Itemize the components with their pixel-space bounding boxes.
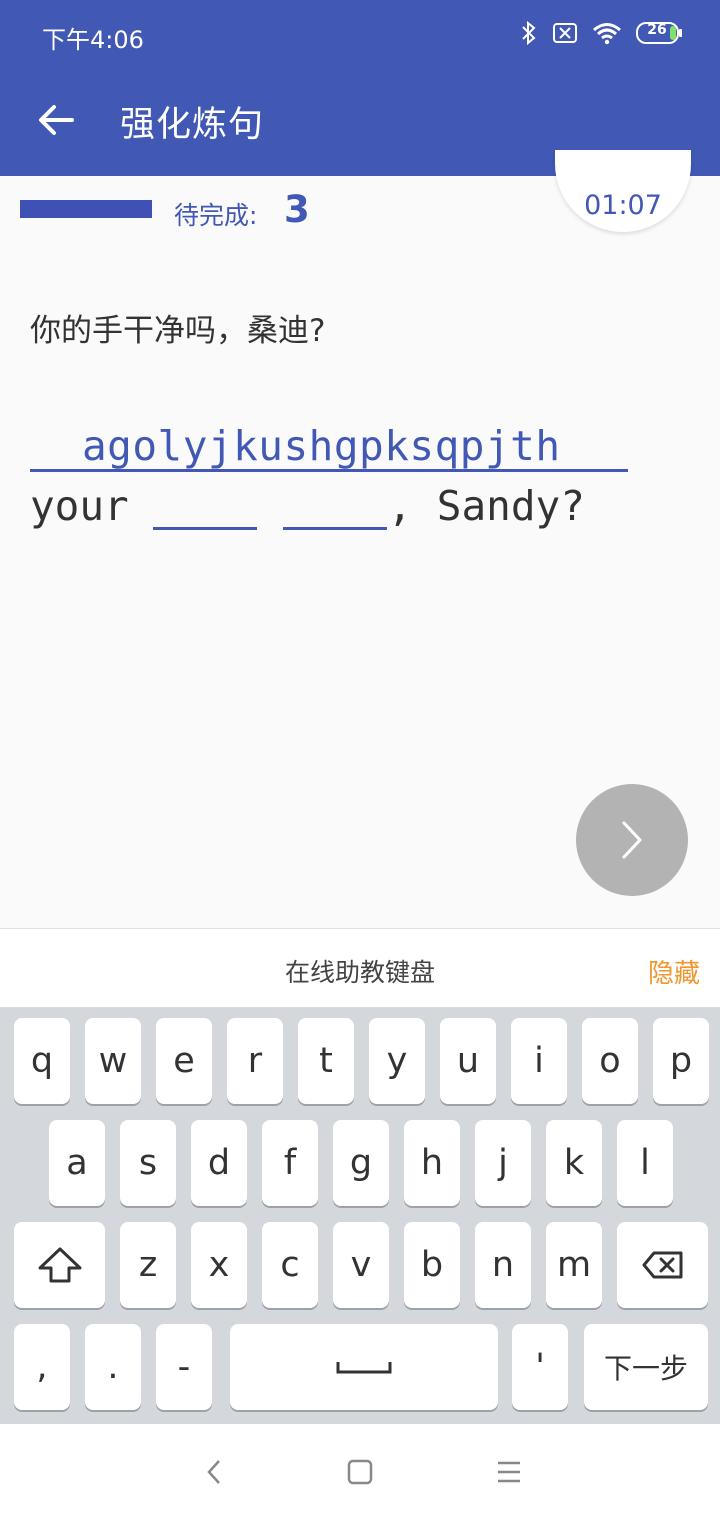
blank-1[interactable]: [153, 486, 258, 530]
key-m[interactable]: m: [546, 1222, 602, 1308]
pending-count: 3: [284, 188, 310, 231]
key-r[interactable]: r: [227, 1018, 283, 1104]
space-key[interactable]: [230, 1324, 498, 1410]
key-v[interactable]: v: [333, 1222, 389, 1308]
key-apostrophe[interactable]: ': [512, 1324, 568, 1410]
key-dash[interactable]: -: [156, 1324, 212, 1410]
key-t[interactable]: t: [298, 1018, 354, 1104]
nav-home-icon: [347, 1459, 373, 1485]
timer-badge: 01:07: [555, 150, 691, 232]
nav-menu-icon: [498, 1461, 520, 1483]
shift-icon: [38, 1247, 81, 1283]
key-a[interactable]: a: [49, 1120, 105, 1206]
next-step-key[interactable]: 下一步: [584, 1324, 708, 1410]
key-y[interactable]: y: [369, 1018, 425, 1104]
key-k[interactable]: k: [546, 1120, 602, 1206]
answer-input[interactable]: agolyjkushgpksqpjth: [30, 420, 628, 472]
nav-back-icon: [207, 1460, 220, 1484]
chevron-right-icon: [622, 821, 642, 859]
key-c[interactable]: c: [262, 1222, 318, 1308]
keyboard-title: 在线助教键盘: [284, 958, 435, 987]
next-button[interactable]: [576, 784, 688, 896]
key-comma[interactable]: ,: [14, 1324, 70, 1410]
keyboard: q w e r t y u i o p a s d f g h j k l z …: [0, 1008, 720, 1424]
no-sim-icon: [553, 23, 577, 43]
bluetooth-icon: [522, 20, 536, 46]
key-e[interactable]: e: [156, 1018, 212, 1104]
key-j[interactable]: j: [475, 1120, 531, 1206]
sentence-end: , Sandy?: [387, 482, 585, 530]
wifi-icon: [593, 23, 621, 45]
status-time: 下午4:06: [42, 26, 144, 54]
nav-home-button[interactable]: [338, 1450, 382, 1494]
status-icons: 26: [520, 20, 684, 46]
pending-label: 待完成:: [174, 201, 258, 230]
key-s[interactable]: s: [120, 1120, 176, 1206]
key-z[interactable]: z: [120, 1222, 176, 1308]
blank-2[interactable]: [283, 486, 388, 530]
key-x[interactable]: x: [191, 1222, 247, 1308]
nav-back-button[interactable]: [192, 1450, 236, 1494]
question-text: 你的手干净吗，桑迪?: [30, 313, 326, 349]
answer-input-text: agolyjkushgpksqpjth: [82, 422, 561, 470]
shift-key[interactable]: [14, 1222, 105, 1308]
battery-level: 26: [647, 22, 667, 38]
key-o[interactable]: o: [582, 1018, 638, 1104]
backspace-key[interactable]: [617, 1222, 708, 1308]
page-title: 强化炼句: [120, 105, 265, 145]
back-button[interactable]: [30, 94, 82, 146]
key-w[interactable]: w: [85, 1018, 141, 1104]
key-h[interactable]: h: [404, 1120, 460, 1206]
key-u[interactable]: u: [440, 1018, 496, 1104]
hide-keyboard-button[interactable]: 隐藏: [648, 953, 700, 990]
sentence-start: your: [30, 482, 129, 530]
sentence-row: your , Sandy?: [30, 482, 585, 530]
key-f[interactable]: f: [262, 1120, 318, 1206]
nav-menu-button[interactable]: [487, 1450, 531, 1494]
key-d[interactable]: d: [191, 1120, 247, 1206]
key-n[interactable]: n: [475, 1222, 531, 1308]
key-q[interactable]: q: [14, 1018, 70, 1104]
battery-icon: 26: [636, 21, 684, 45]
backspace-icon: [642, 1251, 682, 1279]
space-icon: [336, 1362, 392, 1374]
key-p[interactable]: p: [653, 1018, 709, 1104]
key-l[interactable]: l: [617, 1120, 673, 1206]
key-g[interactable]: g: [333, 1120, 389, 1206]
arrow-left-icon: [39, 105, 74, 135]
timer-text: 01:07: [584, 190, 662, 221]
key-period[interactable]: .: [85, 1324, 141, 1410]
system-nav-bar: [0, 1424, 720, 1520]
key-i[interactable]: i: [511, 1018, 567, 1104]
key-b[interactable]: b: [404, 1222, 460, 1308]
keyboard-header: 在线助教键盘 隐藏: [0, 928, 720, 1008]
progress-bar: [20, 200, 152, 218]
